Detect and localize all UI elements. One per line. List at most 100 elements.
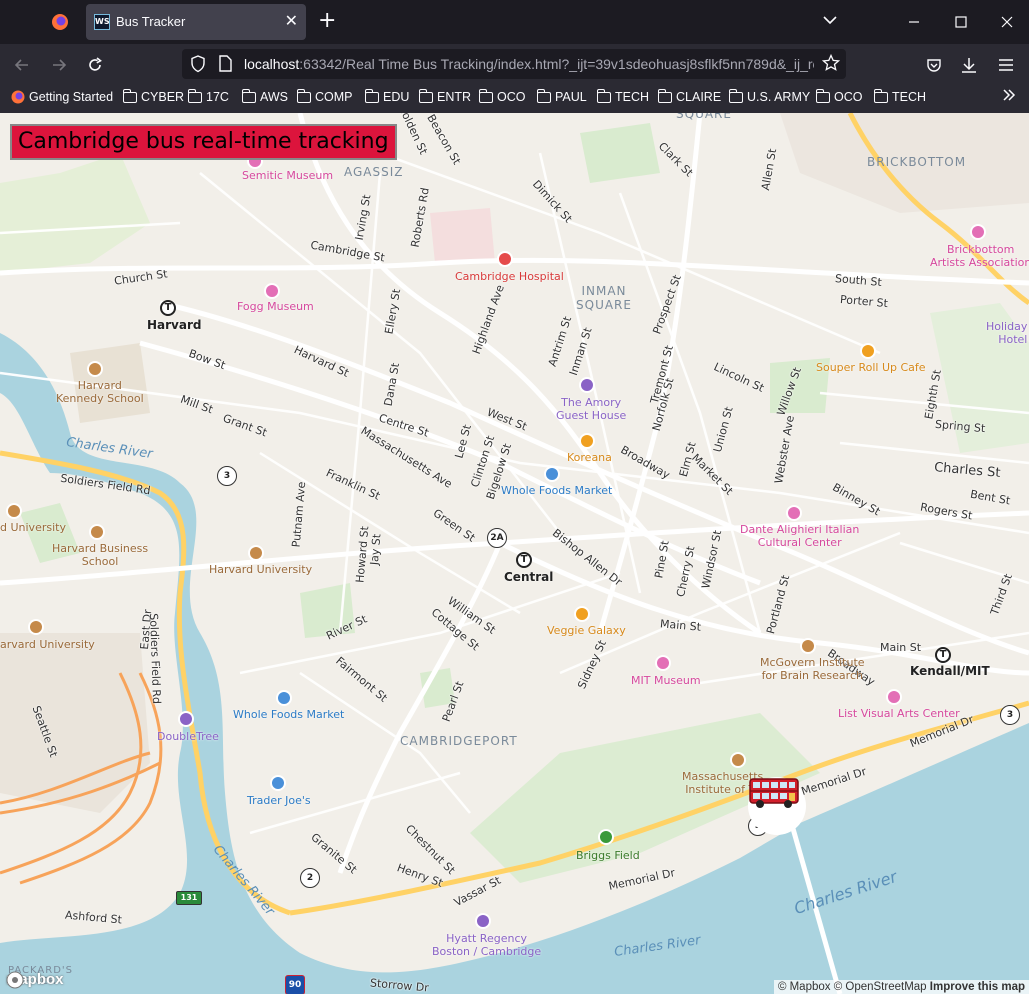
station-kendall[interactable]: Kendall/MIT [910,664,990,678]
street-label: Main St [880,641,922,654]
mapbox-logo[interactable]: mapbox [6,971,64,989]
hospital-icon[interactable] [499,253,511,265]
school-icon[interactable] [91,526,103,538]
poi-harvard-university-1[interactable]: d University [0,521,66,534]
back-arrow-icon[interactable] [10,53,34,77]
attribution-text[interactable]: © Mapbox © OpenStreetMap [778,981,927,993]
maximize-icon[interactable] [949,10,973,34]
poi-briggs-field[interactable]: Briggs Field [576,849,640,862]
poi-veggie-galaxy[interactable]: Veggie Galaxy [547,624,626,637]
poi-mcgovern[interactable]: McGovern Institute for Brain Research [760,656,865,682]
webstorm-favicon-icon: WS [94,14,110,30]
close-window-icon[interactable] [995,10,1019,34]
poi-fogg-museum[interactable]: Fogg Museum [237,300,314,313]
chevron-down-icon[interactable] [822,12,838,32]
park-icon[interactable] [600,831,612,843]
school-icon[interactable] [8,505,20,517]
firefox-view-icon[interactable] [44,6,76,38]
station-harvard[interactable]: Harvard [147,318,202,332]
bookmark-folder[interactable]: COMP [296,88,353,104]
poi-dante[interactable]: Dante Alighieri Italian Cultural Center [740,523,859,549]
poi-mit-museum[interactable]: MIT Museum [631,674,701,687]
tab-bus-tracker[interactable]: WS Bus Tracker ✕ [86,4,306,40]
new-tab-icon[interactable]: + [318,8,336,34]
improve-map-link[interactable]: Improve this map [930,981,1025,993]
lodging-icon[interactable] [477,915,489,927]
art-icon[interactable] [888,691,900,703]
more-bookmarks-icon[interactable] [1002,88,1016,102]
poi-semitic-museum[interactable]: Semitic Museum [242,169,333,182]
menu-icon[interactable] [994,53,1018,77]
bus-marker[interactable] [748,777,806,835]
bookmark-folder[interactable]: ENTR [418,88,471,104]
close-tab-icon[interactable]: ✕ [285,11,298,30]
route-shield-icon: 131 [176,891,202,905]
bookmark-folder[interactable]: PAUL [536,88,587,104]
restaurant-icon[interactable] [581,435,593,447]
bookmark-folder[interactable]: 17C [187,88,229,104]
tab-title: Bus Tracker [116,14,186,29]
bookmark-folder[interactable]: U.S. ARMY [728,88,810,104]
bookmark-folder[interactable]: CYBER [122,88,184,104]
school-icon[interactable] [732,754,744,766]
grocery-icon[interactable] [278,692,290,704]
poi-harvard-university-2[interactable]: Harvard University [209,563,312,576]
lodging-icon[interactable] [180,713,192,725]
school-icon[interactable] [250,547,262,559]
poi-koreana[interactable]: Koreana [567,451,612,464]
bookmark-folder[interactable]: TECH [873,88,926,104]
grocery-icon[interactable] [546,468,558,480]
art-icon[interactable] [972,226,984,238]
bookmark-folder[interactable]: OCO [478,88,525,104]
neighborhood-label: BRICKBOTTOM [867,155,967,169]
folder-icon [241,88,256,103]
cafe-icon[interactable] [862,345,874,357]
bookmark-star-icon[interactable] [821,53,841,76]
museum-icon[interactable] [266,285,278,297]
url-text[interactable]: localhost:63342/Real Time Bus Tracking/i… [244,56,814,72]
poi-list-visual[interactable]: List Visual Arts Center [838,707,960,720]
shield-icon[interactable] [190,55,206,77]
bookmark-folder[interactable]: AWS [241,88,288,104]
school-icon[interactable] [802,640,814,652]
poi-doubletree[interactable]: DoubleTree [157,730,219,743]
poi-harvard-business[interactable]: Harvard Business School [52,542,148,568]
map-canvas[interactable]: AGASSIZ INMAN SQUARE BRICKBOTTOM CAMBRID… [0,113,1029,994]
poi-souper-roll[interactable]: Souper Roll Up Cafe [816,361,926,374]
bookmark-getting-started[interactable]: Getting Started [11,90,113,104]
station-central[interactable]: Central [504,570,553,584]
poi-holiday-hotel[interactable]: Holiday Hotel [986,320,1027,346]
t-station-icon[interactable]: T [935,647,951,663]
bookmark-folder[interactable]: EDU [364,88,409,104]
downloads-icon[interactable] [957,53,981,77]
reload-icon[interactable] [83,53,107,77]
school-icon[interactable] [89,363,101,375]
pocket-icon[interactable] [922,53,946,77]
folder-icon [728,88,743,103]
minimize-icon[interactable] [902,10,926,34]
bookmark-folder[interactable]: OCO [815,88,862,104]
school-icon[interactable] [30,621,42,633]
url-bar[interactable]: localhost:63342/Real Time Bus Tracking/i… [182,49,846,79]
t-station-icon[interactable]: T [160,300,176,316]
poi-harvard-university-3[interactable]: arvard University [0,638,95,651]
bookmark-folder[interactable]: TECH [596,88,649,104]
poi-hyatt[interactable]: Hyatt Regency Boston / Cambridge [432,932,541,958]
poi-amory-guest-house[interactable]: The Amory Guest House [556,396,626,422]
bookmark-folder[interactable]: CLAIRE [657,88,721,104]
restaurant-icon[interactable] [576,608,588,620]
folder-icon [815,88,830,103]
poi-trader-joes[interactable]: Trader Joe's [247,794,311,807]
poi-brickbottom-artists[interactable]: Brickbottom Artists Association [930,243,1029,269]
poi-whole-foods-2[interactable]: Whole Foods Market [233,708,344,721]
poi-whole-foods-1[interactable]: Whole Foods Market [501,484,612,497]
culture-icon[interactable] [788,507,800,519]
grocery-icon[interactable] [272,777,284,789]
museum-icon[interactable] [657,657,669,669]
page-icon[interactable] [218,55,232,77]
poi-harvard-kennedy[interactable]: Harvard Kennedy School [56,379,144,405]
poi-cambridge-hospital[interactable]: Cambridge Hospital [455,270,564,283]
forward-arrow-icon[interactable] [47,53,71,77]
t-station-icon[interactable]: T [516,552,532,568]
lodging-icon[interactable] [581,379,593,391]
